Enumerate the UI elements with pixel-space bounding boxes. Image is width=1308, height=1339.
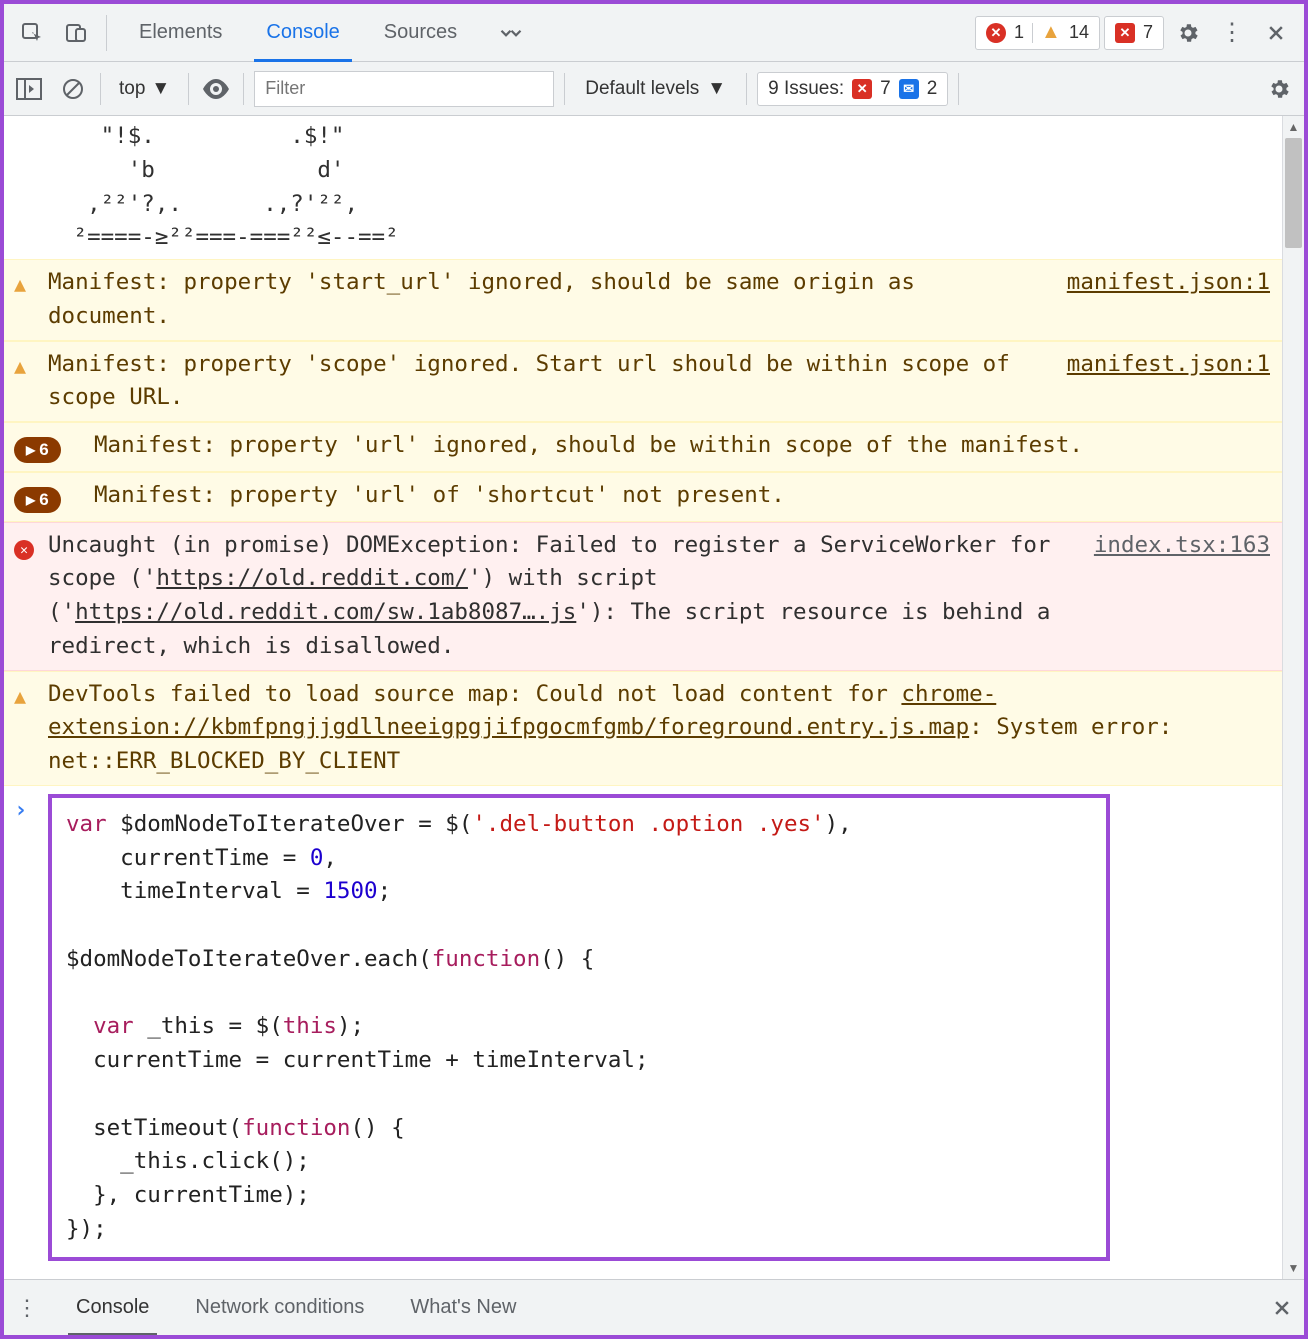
message-error-count[interactable]: ✕ 7 xyxy=(1104,16,1164,50)
error-count: 1 xyxy=(1014,22,1024,43)
scroll-up-arrow-icon[interactable]: ▲ xyxy=(1283,116,1304,138)
issues-badge[interactable]: 9 Issues: ✕ 7 ✉ 2 xyxy=(757,72,948,106)
scrollbar[interactable]: ▲ ▼ xyxy=(1282,116,1304,1279)
scroll-down-arrow-icon[interactable]: ▼ xyxy=(1283,1257,1304,1279)
console-message: ▲ Manifest: property 'scope' ignored. Sta… xyxy=(4,341,1282,423)
console-input-code[interactable]: var $domNodeToIterateOver = $('.del-butt… xyxy=(48,794,1110,1261)
message-text: Manifest: property 'scope' ignored. Star… xyxy=(48,348,1047,416)
console-settings-gear-icon[interactable] xyxy=(1262,72,1296,106)
kebab-menu-icon[interactable]: ⋮ xyxy=(1212,13,1252,53)
sidebar-toggle-icon[interactable] xyxy=(12,72,46,106)
issue-info-icon: ✉ xyxy=(899,79,919,99)
device-toggle-icon[interactable] xyxy=(56,13,96,53)
chevron-down-icon: ▼ xyxy=(707,78,726,100)
message-text: Manifest: property 'url' ignored, should… xyxy=(94,429,1270,465)
drawer-tab-whats-new[interactable]: What's New xyxy=(402,1280,524,1335)
console-input-row[interactable]: › var $domNodeToIterateOver = $('.del-bu… xyxy=(4,786,1282,1269)
settings-gear-icon[interactable] xyxy=(1168,13,1208,53)
close-devtools-icon[interactable] xyxy=(1256,13,1296,53)
filter-input[interactable] xyxy=(254,71,554,107)
issue-error-icon: ✕ xyxy=(852,79,872,99)
console-message: ▲ DevTools failed to load source map: Cou… xyxy=(4,671,1282,786)
context-selector[interactable]: top ▼ xyxy=(111,78,178,100)
console-message: ▶ 6 Manifest: property 'url' ignored, sho… xyxy=(4,422,1282,472)
tab-elements[interactable]: Elements xyxy=(117,4,244,61)
error-warning-counts[interactable]: ✕ 1 ▲ 14 xyxy=(975,16,1100,50)
console-output[interactable]: "!$. .$!" 'b d' ,²²'?,. .,?'²², ²====-≥²… xyxy=(4,116,1282,1279)
message-source-link[interactable]: index.tsx:163 xyxy=(1094,529,1270,664)
devtools-tabbar: Elements Console Sources ✕ 1 ▲ 14 ✕ 7 ⋮ xyxy=(4,4,1304,62)
clear-console-icon[interactable] xyxy=(56,72,90,106)
warning-icon: ▲ xyxy=(14,354,26,378)
inspect-icon[interactable] xyxy=(12,13,52,53)
tab-console[interactable]: Console xyxy=(244,4,361,61)
console-message: ▶ 6 Manifest: property 'url' of 'shortcut… xyxy=(4,472,1282,522)
chevron-down-icon: ▼ xyxy=(151,78,170,100)
levels-label: Default levels xyxy=(585,78,699,100)
close-drawer-icon[interactable] xyxy=(1272,1298,1292,1318)
message-text: DevTools failed to load source map: Coul… xyxy=(48,678,1270,779)
repeat-count-pill[interactable]: ▶ 6 xyxy=(14,437,61,463)
live-expression-eye-icon[interactable] xyxy=(199,72,233,106)
panel-tabs: Elements Console Sources xyxy=(117,4,479,61)
drawer-kebab-icon[interactable]: ⋮ xyxy=(16,1295,38,1321)
error-icon: ✕ xyxy=(14,540,34,560)
log-levels-selector[interactable]: Default levels ▼ xyxy=(575,78,736,100)
more-tabs-chevron-icon[interactable] xyxy=(483,24,539,42)
message-error-num: 7 xyxy=(1143,22,1153,43)
warning-icon: ▲ xyxy=(14,684,26,708)
console-toolbar: top ▼ Default levels ▼ 9 Issues: ✕ 7 ✉ 2 xyxy=(4,62,1304,116)
warning-count: 14 xyxy=(1069,22,1089,43)
message-text: Uncaught (in promise) DOMException: Fail… xyxy=(48,529,1074,664)
error-icon: ✕ xyxy=(986,23,1006,43)
message-text: Manifest: property 'start_url' ignored, … xyxy=(48,266,1047,334)
prompt-chevron-icon: › xyxy=(14,794,48,1261)
tab-sources[interactable]: Sources xyxy=(362,4,479,61)
repeat-count-pill[interactable]: ▶ 6 xyxy=(14,487,61,513)
message-error-icon: ✕ xyxy=(1115,23,1135,43)
drawer-tab-network-conditions[interactable]: Network conditions xyxy=(187,1280,372,1335)
message-source-link[interactable]: manifest.json:1 xyxy=(1067,266,1270,334)
issues-label: 9 Issues: xyxy=(768,78,844,100)
console-message: ✕ Uncaught (in promise) DOMException: Fai… xyxy=(4,522,1282,671)
ascii-art: "!$. .$!" 'b d' ,²²'?,. .,?'²², ²====-≥²… xyxy=(4,116,1282,259)
message-source-link[interactable]: manifest.json:1 xyxy=(1067,348,1270,416)
drawer-tab-console[interactable]: Console xyxy=(68,1280,157,1335)
drawer-tabs: ⋮ Console Network conditions What's New xyxy=(4,1279,1304,1335)
issue-info-count: 2 xyxy=(927,78,938,100)
context-label: top xyxy=(119,78,145,100)
warning-icon: ▲ xyxy=(14,272,26,296)
divider xyxy=(106,15,107,51)
scroll-thumb[interactable] xyxy=(1285,138,1302,248)
issue-error-count: 7 xyxy=(880,78,891,100)
message-text: Manifest: property 'url' of 'shortcut' n… xyxy=(94,479,1270,515)
console-message: ▲ Manifest: property 'start_url' ignored,… xyxy=(4,259,1282,341)
warning-icon: ▲ xyxy=(1041,23,1061,43)
